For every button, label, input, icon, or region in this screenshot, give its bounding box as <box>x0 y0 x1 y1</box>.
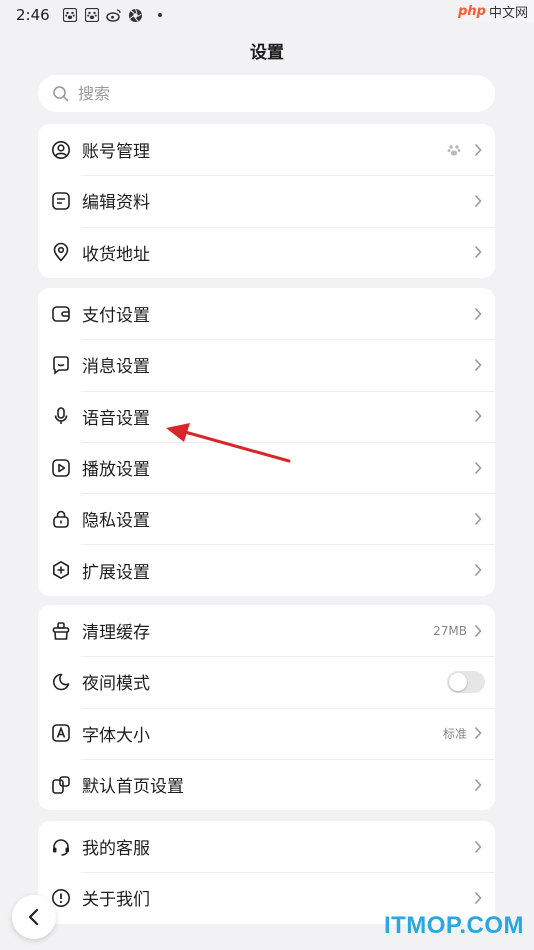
wallet-icon <box>50 303 72 325</box>
chevron-right-icon <box>471 512 485 526</box>
row-label: 字体大小 <box>82 725 150 746</box>
settings-group-support: 我的客服 关于我们 <box>38 821 495 924</box>
watermark-zw-text: 中文网 <box>488 5 528 21</box>
play-icon <box>50 457 72 479</box>
settings-group-display: 清理缓存 27MB 夜间模式 字体大小 标准 默认首页设置 <box>38 605 495 811</box>
chevron-right-icon <box>471 245 485 259</box>
row-label: 夜间模式 <box>82 674 150 695</box>
settings-group-preferences: 支付设置 消息设置 语音设置 播放设置 隐私设置 扩展设置 <box>38 288 495 596</box>
edit-profile-icon <box>50 190 72 212</box>
row-label: 关于我们 <box>82 890 150 911</box>
row-label: 消息设置 <box>82 357 150 378</box>
search-icon <box>52 85 70 103</box>
row-default-home[interactable]: 默认首页设置 <box>38 758 495 810</box>
row-label: 收货地址 <box>82 244 150 265</box>
chevron-right-icon <box>471 307 485 321</box>
broom-icon <box>50 620 72 642</box>
status-time: 2:46 <box>16 6 50 24</box>
lock-icon <box>50 508 72 530</box>
page-title: 设置 <box>250 43 284 63</box>
chevron-right-icon <box>471 778 485 792</box>
moon-icon <box>50 671 72 693</box>
chevron-left-icon <box>28 908 39 926</box>
row-night-mode[interactable]: 夜间模式 <box>38 656 495 707</box>
row-label: 默认首页设置 <box>82 777 184 798</box>
row-label: 扩展设置 <box>82 562 150 583</box>
watermark-itmop: ITMOP.COM <box>383 912 524 939</box>
watermark-php: php 中文网 <box>448 0 534 22</box>
row-voice-settings[interactable]: 语音设置 <box>38 390 495 442</box>
location-icon <box>50 241 72 263</box>
chevron-right-icon <box>471 409 485 423</box>
microphone-icon <box>50 405 72 427</box>
chevron-right-icon <box>471 726 485 740</box>
font-size-value: 标准 <box>442 726 467 741</box>
row-label: 播放设置 <box>82 460 150 481</box>
extension-icon <box>50 559 72 581</box>
row-label: 语音设置 <box>82 408 150 429</box>
weibo-icon <box>105 7 122 23</box>
row-playback-settings[interactable]: 播放设置 <box>38 441 495 493</box>
search-bar[interactable] <box>38 75 495 112</box>
row-label: 清理缓存 <box>82 623 150 644</box>
font-icon <box>50 722 72 744</box>
chevron-right-icon <box>471 624 485 638</box>
back-button[interactable] <box>12 895 56 939</box>
search-input[interactable] <box>78 84 495 103</box>
paw-icon <box>443 139 465 161</box>
chevron-right-icon <box>471 891 485 905</box>
notification-dot <box>157 13 162 17</box>
row-account-management[interactable]: 账号管理 <box>38 124 495 175</box>
row-extension-settings[interactable]: 扩展设置 <box>38 544 495 595</box>
home-settings-icon <box>50 774 72 796</box>
headset-icon <box>50 836 72 858</box>
row-shipping-address[interactable]: 收货地址 <box>38 226 495 278</box>
row-edit-profile[interactable]: 编辑资料 <box>38 175 495 226</box>
row-font-size[interactable]: 字体大小 标准 <box>38 707 495 759</box>
watermark-php-text: php <box>458 3 486 19</box>
row-label: 编辑资料 <box>82 193 150 214</box>
row-message-settings[interactable]: 消息设置 <box>38 339 495 390</box>
chevron-right-icon <box>471 143 485 157</box>
paw-icon <box>84 7 100 23</box>
aperture-icon <box>128 7 144 23</box>
row-label: 支付设置 <box>82 306 150 327</box>
account-icon <box>50 139 72 161</box>
row-privacy-settings[interactable]: 隐私设置 <box>38 493 495 544</box>
row-customer-service[interactable]: 我的客服 <box>38 821 495 872</box>
message-icon <box>50 354 72 376</box>
settings-group-account: 账号管理 编辑资料 收货地址 <box>38 124 495 278</box>
row-label: 隐私设置 <box>82 511 150 532</box>
cache-size-value: 27MB <box>433 623 467 638</box>
chevron-right-icon <box>471 563 485 577</box>
row-label: 我的客服 <box>82 839 150 860</box>
row-clear-cache[interactable]: 清理缓存 27MB <box>38 605 495 656</box>
chevron-right-icon <box>471 461 485 475</box>
night-mode-toggle[interactable] <box>447 670 485 693</box>
chevron-right-icon <box>471 194 485 208</box>
row-payment-settings[interactable]: 支付设置 <box>38 288 495 339</box>
paw-icon <box>62 7 78 23</box>
row-label: 账号管理 <box>82 142 150 163</box>
chevron-right-icon <box>471 840 485 854</box>
chevron-right-icon <box>471 358 485 372</box>
